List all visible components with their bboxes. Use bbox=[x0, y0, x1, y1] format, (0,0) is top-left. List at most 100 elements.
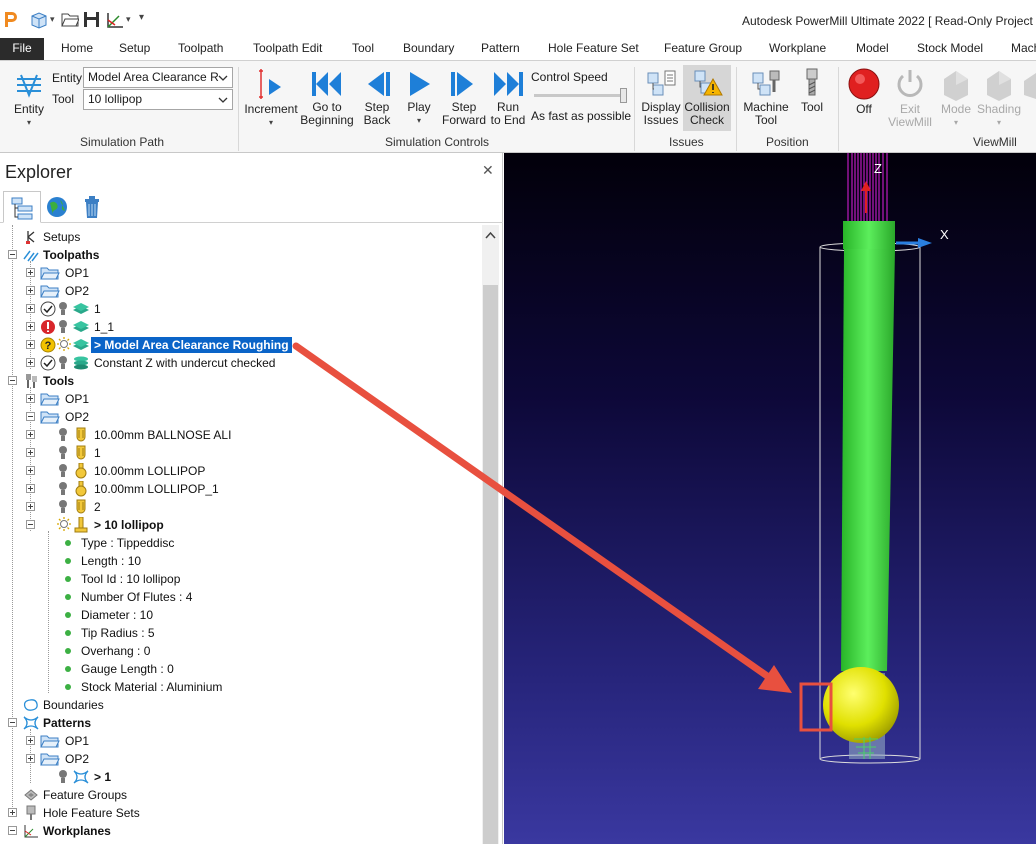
go-to-beginning-button[interactable]: Go to Beginning bbox=[298, 69, 356, 127]
tab-home[interactable]: Home bbox=[61, 41, 93, 55]
run-to-end-button[interactable]: Run to End bbox=[488, 69, 528, 127]
tree-item-model-area-clearance-roughing[interactable]: ? > Model Area Clearance Roughing bbox=[0, 336, 482, 354]
ballnose-tool-icon bbox=[76, 445, 86, 460]
tab-workplane[interactable]: Workplane bbox=[769, 41, 826, 55]
tab-toolpath[interactable]: Toolpath bbox=[178, 41, 223, 55]
expand-icon[interactable] bbox=[26, 340, 35, 349]
expand-icon[interactable] bbox=[26, 502, 35, 511]
exit-viewmill-button[interactable]: Exit ViewMill bbox=[886, 67, 934, 129]
tab-setup[interactable]: Setup bbox=[119, 41, 150, 55]
axis-workplane-icon[interactable] bbox=[105, 11, 125, 29]
collapse-icon[interactable] bbox=[8, 826, 17, 835]
expand-icon[interactable] bbox=[26, 394, 35, 403]
workplane-dropdown-icon[interactable]: ▾ bbox=[126, 14, 131, 32]
skip-to-start-icon bbox=[312, 72, 341, 96]
tree-item-constant-z[interactable]: Constant Z with undercut checked bbox=[0, 354, 482, 372]
collision-check-button[interactable]: Collision Check bbox=[683, 65, 731, 131]
scroll-up-icon[interactable] bbox=[485, 231, 496, 239]
tree-item-pattern-1[interactable]: > 1 bbox=[0, 768, 482, 786]
explorer-tab-tree[interactable] bbox=[3, 191, 41, 223]
expand-icon[interactable] bbox=[26, 484, 35, 493]
tree-item-boundaries[interactable]: Boundaries bbox=[0, 696, 482, 714]
tool-select[interactable]: 10 lollipop bbox=[83, 89, 233, 110]
mode-button[interactable]: Mode ▾ bbox=[938, 67, 974, 129]
tree-item-setups[interactable]: Setups bbox=[0, 228, 482, 246]
new-project-icon[interactable] bbox=[28, 11, 48, 29]
expand-icon[interactable] bbox=[26, 322, 35, 331]
tree-item-tool-lollipop-1[interactable]: 10.00mm LOLLIPOP_1 bbox=[0, 480, 482, 498]
collapse-icon[interactable] bbox=[8, 250, 17, 259]
tab-file[interactable]: File bbox=[0, 38, 44, 60]
scrollbar-thumb[interactable] bbox=[483, 285, 498, 844]
customize-toolbar-icon[interactable]: ▾ bbox=[139, 12, 144, 30]
tree-item-tool-folder-op1[interactable]: OP1 bbox=[0, 390, 482, 408]
tab-pattern[interactable]: Pattern bbox=[481, 41, 520, 55]
viewmill-off-button[interactable]: Off bbox=[844, 67, 884, 116]
tab-tool[interactable]: Tool bbox=[352, 41, 374, 55]
tree-item-tool-folder-op2[interactable]: OP2 bbox=[0, 408, 482, 426]
machine-tool-icon bbox=[752, 70, 780, 96]
expand-icon[interactable] bbox=[26, 304, 35, 313]
save-icon[interactable] bbox=[83, 11, 100, 29]
tab-toolpath-edit[interactable]: Toolpath Edit bbox=[253, 41, 322, 55]
graphics-viewport[interactable]: Z X bbox=[504, 153, 1036, 844]
tree-item-tool-lollipop[interactable]: 10.00mm LOLLIPOP bbox=[0, 462, 482, 480]
tool-position-button[interactable]: Tool bbox=[794, 67, 830, 114]
separator bbox=[238, 67, 239, 151]
expand-icon[interactable] bbox=[26, 736, 35, 745]
tab-hole-feature-set[interactable]: Hole Feature Set bbox=[548, 41, 639, 55]
expand-icon[interactable] bbox=[8, 808, 17, 817]
tree-item-hole-feature-sets[interactable]: Hole Feature Sets bbox=[0, 804, 482, 822]
close-icon[interactable]: ✕ bbox=[482, 162, 494, 179]
expand-icon[interactable] bbox=[26, 448, 35, 457]
tree-item-patterns[interactable]: Patterns bbox=[0, 714, 482, 732]
entity-select[interactable]: Model Area Clearance R bbox=[83, 67, 233, 88]
shading-button[interactable]: Shading ▾ bbox=[976, 67, 1022, 129]
tree-item-toolpath-folder-op2[interactable]: OP2 bbox=[0, 282, 482, 300]
collapse-icon[interactable] bbox=[26, 412, 35, 421]
expand-icon[interactable] bbox=[26, 430, 35, 439]
explorer-tab-globe[interactable] bbox=[40, 191, 78, 223]
tree-item-tool-ballnose[interactable]: 10.00mm BALLNOSE ALI bbox=[0, 426, 482, 444]
display-issues-button[interactable]: Display Issues bbox=[640, 67, 682, 127]
tree-item-pattern-folder-op1[interactable]: OP1 bbox=[0, 732, 482, 750]
machine-tool-button[interactable]: Machine Tool bbox=[742, 67, 790, 127]
step-back-button[interactable]: Step Back bbox=[356, 69, 398, 127]
explorer-scrollbar[interactable] bbox=[482, 225, 499, 844]
tab-boundary[interactable]: Boundary bbox=[403, 41, 454, 55]
tab-feature-group[interactable]: Feature Group bbox=[664, 41, 742, 55]
expand-icon[interactable] bbox=[26, 754, 35, 763]
expand-icon[interactable] bbox=[26, 466, 35, 475]
step-forward-button[interactable]: Step Forward bbox=[440, 69, 488, 127]
tree-item-label: > 10 lollipop bbox=[94, 518, 164, 532]
tab-machine[interactable]: Mach bbox=[1011, 41, 1036, 55]
tree-item-toolpath-1-1[interactable]: 1_1 bbox=[0, 318, 482, 336]
entity-button[interactable]: Entity ▾ bbox=[8, 69, 50, 129]
open-folder-icon[interactable] bbox=[61, 11, 79, 29]
speed-slider-handle[interactable] bbox=[620, 88, 627, 103]
tree-item-pattern-folder-op2[interactable]: OP2 bbox=[0, 750, 482, 768]
expand-icon[interactable] bbox=[26, 358, 35, 367]
tree-item-workplanes[interactable]: Workplanes bbox=[0, 822, 482, 840]
collapse-icon[interactable] bbox=[26, 520, 35, 529]
increment-button[interactable]: Increment ▾ bbox=[244, 67, 298, 129]
speed-slider-track[interactable] bbox=[534, 94, 626, 97]
tree-item-toolpath-folder-op1[interactable]: OP1 bbox=[0, 264, 482, 282]
tab-stock-model[interactable]: Stock Model bbox=[917, 41, 983, 55]
explorer-tab-recycle[interactable] bbox=[74, 191, 112, 223]
tree-item-tool-10-lollipop[interactable]: > 10 lollipop bbox=[0, 516, 482, 534]
tree-item-tools[interactable]: Tools bbox=[0, 372, 482, 390]
hole-feature-sets-icon bbox=[26, 805, 36, 820]
new-dropdown-icon[interactable]: ▾ bbox=[50, 14, 55, 32]
tree-item-toolpath-1[interactable]: 1 bbox=[0, 300, 482, 318]
tree-item-tool-2[interactable]: 2 bbox=[0, 498, 482, 516]
expand-icon[interactable] bbox=[26, 268, 35, 277]
collapse-icon[interactable] bbox=[8, 376, 17, 385]
play-button[interactable]: Play ▾ bbox=[400, 69, 438, 127]
collapse-icon[interactable] bbox=[8, 718, 17, 727]
tree-item-toolpaths[interactable]: Toolpaths bbox=[0, 246, 482, 264]
tree-item-feature-groups[interactable]: Feature Groups bbox=[0, 786, 482, 804]
tree-item-tool-1[interactable]: 1 bbox=[0, 444, 482, 462]
expand-icon[interactable] bbox=[26, 286, 35, 295]
tab-model[interactable]: Model bbox=[856, 41, 889, 55]
